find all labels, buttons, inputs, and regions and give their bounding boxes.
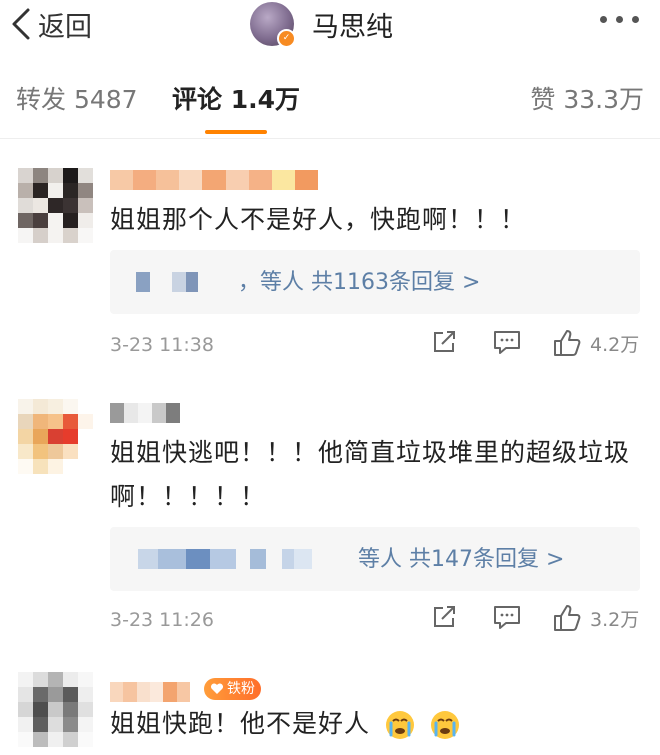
like-button[interactable]: 3.2万 <box>552 603 639 633</box>
reply-summary-text[interactable]: ，等人 共1163条回复 > <box>238 264 480 296</box>
verified-badge-icon: ✓ <box>277 29 296 48</box>
share-icon[interactable] <box>430 603 458 631</box>
avatar[interactable] <box>18 399 93 474</box>
comment-text: 姐姐快跑！他不是好人 <box>110 709 371 738</box>
thumbs-up-icon <box>554 330 581 356</box>
comment-icon[interactable] <box>492 328 522 356</box>
tab-comments[interactable]: 评论 1.4万 <box>172 80 300 116</box>
avatar[interactable] <box>18 672 93 747</box>
username-blurred[interactable] <box>110 682 190 702</box>
like-button[interactable]: 4.2万 <box>552 328 639 358</box>
tab-repost[interactable]: 转发 5487 <box>16 80 138 116</box>
comment-text: 姐姐快逃吧！！！他简直垃圾堆里的超级垃圾啊！！！！！ <box>110 438 631 511</box>
comment-item: 姐姐那个人不是好人，快跑啊！！！ ，等人 共1163条回复 > 3-23 11:… <box>0 150 660 372</box>
more-dots-icon[interactable] <box>600 16 639 23</box>
tab-bar: 转发 5487 评论 1.4万 赞 33.3万 <box>0 66 660 139</box>
comment-row: 姐姐快跑！他不是好人 <box>110 702 640 746</box>
crying-face-emoji <box>430 711 459 739</box>
profile-name: 马思纯 <box>312 11 393 43</box>
comment-meta-bar: 3-23 11:38 4.2万 <box>110 328 650 364</box>
active-tab-indicator <box>205 130 267 134</box>
timestamp: 3-23 11:38 <box>110 334 214 356</box>
comment-text: 姐姐那个人不是好人，快跑啊！！！ <box>110 205 527 234</box>
comment-item: 铁粉 姐姐快跑！他不是好人 <box>0 668 660 755</box>
timestamp: 3-23 11:26 <box>110 609 214 631</box>
back-label: 返回 <box>38 11 92 43</box>
profile-header[interactable]: ✓ 马思纯 <box>250 2 393 48</box>
like-count: 4.2万 <box>590 333 640 356</box>
replier-names-blurred <box>138 549 312 569</box>
comment-icon[interactable] <box>492 603 522 631</box>
replier-names-blurred <box>136 272 198 292</box>
comment-item: 姐姐快逃吧！！！他简直垃圾堆里的超级垃圾啊！！！！！ 等人 共147条回复 > … <box>0 385 660 655</box>
fan-badge[interactable]: 铁粉 <box>204 678 261 700</box>
crying-face-emoji <box>385 711 414 739</box>
fan-badge-label: 铁粉 <box>227 681 255 697</box>
comment-meta-bar: 3-23 11:26 3.2万 <box>110 603 650 639</box>
chevron-left-icon <box>12 8 30 40</box>
avatar[interactable]: ✓ <box>250 2 296 48</box>
heart-icon <box>210 683 224 694</box>
thumbs-up-icon <box>554 605 581 631</box>
top-bar: 返回 ✓ 马思纯 <box>0 0 660 60</box>
avatar[interactable] <box>18 168 93 243</box>
tab-likes[interactable]: 赞 33.3万 <box>530 80 644 116</box>
like-count: 3.2万 <box>590 608 640 631</box>
share-icon[interactable] <box>430 328 458 356</box>
username-blurred[interactable] <box>110 170 318 190</box>
back-button[interactable]: 返回 <box>10 4 92 44</box>
reply-summary-box[interactable]: 等人 共147条回复 > <box>110 527 640 591</box>
reply-summary-box[interactable]: ，等人 共1163条回复 > <box>110 250 640 314</box>
username-blurred[interactable] <box>110 403 180 423</box>
reply-summary-text[interactable]: 等人 共147条回复 > <box>358 541 564 573</box>
